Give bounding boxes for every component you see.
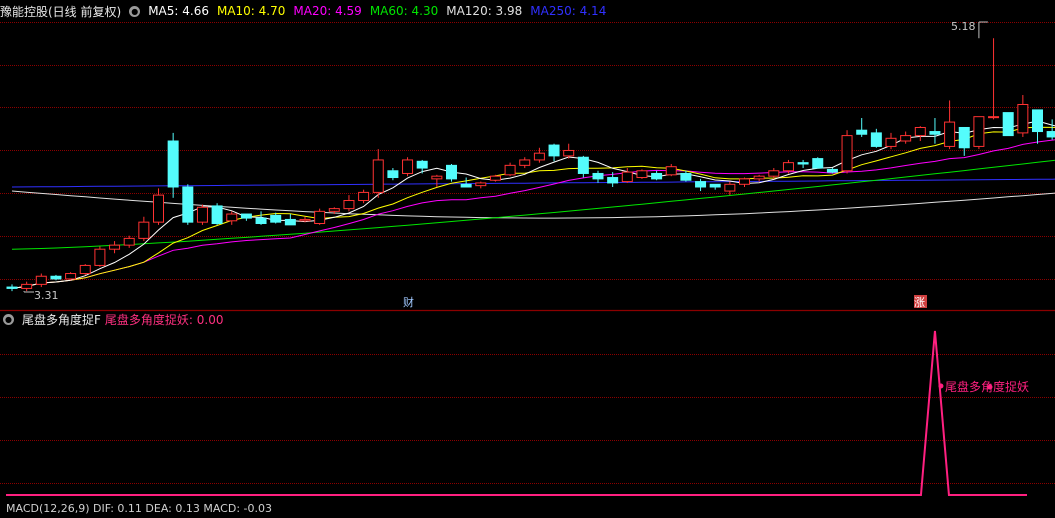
candle-body (665, 166, 677, 176)
candle-body (900, 135, 912, 142)
candle-body (489, 175, 501, 181)
candle-body (812, 158, 824, 169)
candle-body (402, 159, 414, 174)
candle-body (358, 191, 370, 202)
candle-body (123, 237, 135, 246)
candle-body (270, 214, 282, 223)
candle-body (988, 116, 1000, 119)
candle-body (519, 159, 531, 166)
candle-body (94, 248, 106, 266)
candle-body (21, 283, 33, 289)
candle-body (782, 162, 794, 172)
candle-body (724, 183, 736, 192)
candle-body (709, 183, 721, 188)
candle-body (196, 206, 208, 223)
candle-body (35, 275, 47, 285)
candle-body (1002, 112, 1014, 137)
candle-body (416, 160, 428, 169)
candle-body (226, 213, 238, 222)
candle-body (768, 170, 780, 177)
candle-body (914, 126, 926, 137)
candle-body (739, 178, 750, 185)
candle-body (592, 172, 604, 180)
candle-body (607, 177, 619, 184)
signal-label: 尾盘多角度捉妖 (945, 379, 1029, 394)
candle-body (636, 170, 648, 179)
candle-body (240, 213, 252, 219)
candle-body (182, 186, 194, 223)
candle-body (475, 182, 487, 187)
candle-body (826, 168, 838, 173)
event-marker-cai: 财 (403, 295, 414, 309)
candle-body (504, 164, 516, 176)
candle-body (284, 218, 296, 226)
candle-body (138, 221, 150, 239)
candle-body (50, 275, 62, 280)
candle-body (446, 164, 457, 180)
candle-body (431, 175, 443, 180)
candle-body (387, 170, 399, 179)
candle-body (885, 137, 897, 147)
candle-body (79, 264, 91, 275)
low-price-label: 3.31 (34, 289, 59, 302)
candle-body (841, 135, 853, 172)
candle-body (1046, 131, 1055, 138)
candle-body (621, 171, 633, 183)
candle-body (6, 286, 18, 289)
signal-line (6, 330, 1027, 496)
candle-body (328, 208, 340, 212)
candle-body (958, 126, 970, 149)
candle-body (1017, 103, 1029, 134)
candle-body (153, 194, 164, 223)
candle-body (548, 144, 560, 157)
candle-body (533, 152, 545, 161)
candle-body (109, 244, 121, 250)
signal-dot (987, 384, 993, 390)
candle-body (460, 183, 472, 188)
candle-body (753, 175, 765, 180)
candle-body (870, 132, 882, 147)
candle-body (211, 205, 223, 225)
signal-dot (938, 383, 944, 389)
candle-body (314, 210, 326, 225)
candle-body (343, 200, 355, 210)
candle-body (680, 172, 692, 181)
candle-body (929, 131, 941, 135)
candle-body (695, 181, 707, 188)
candle-body (797, 162, 809, 165)
candle-body (577, 156, 589, 174)
candle-body (65, 273, 77, 280)
candle-body (372, 159, 384, 193)
event-marker-zhang: 涨 (914, 296, 925, 309)
candle-body (167, 140, 179, 188)
candle-body (1032, 109, 1043, 133)
candle-body (973, 116, 985, 147)
candle-body (255, 217, 267, 225)
candle-body (651, 172, 663, 180)
candle-body (563, 149, 575, 157)
candle-body (299, 218, 311, 222)
kline-chart: 3.31 5.18 财 涨尾盘多角度捉妖 (0, 20, 1055, 496)
candle-body (856, 129, 868, 135)
candle-body (944, 121, 956, 147)
high-price-label: 5.18 (951, 20, 976, 33)
